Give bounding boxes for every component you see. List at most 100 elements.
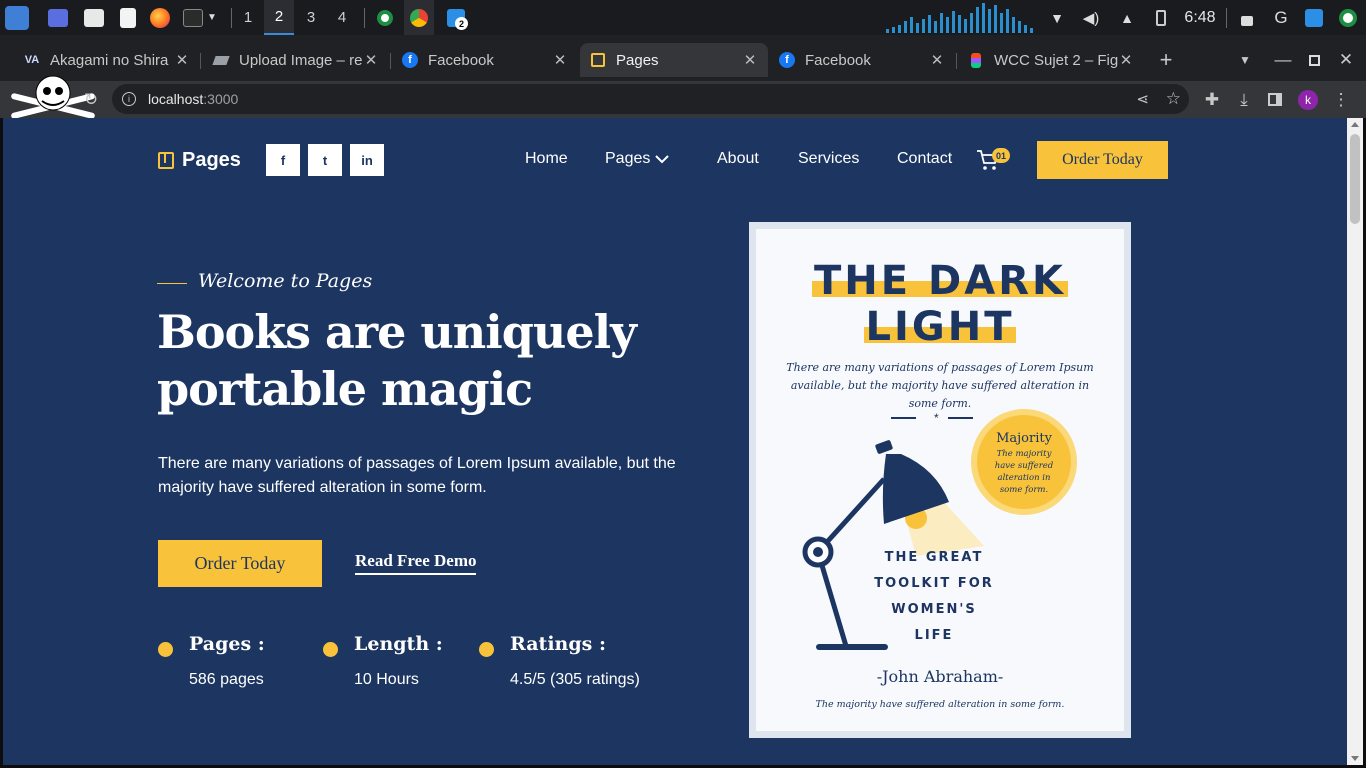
stat-bullet-icon bbox=[479, 642, 494, 657]
new-tab-plus-icon[interactable]: + bbox=[1151, 43, 1181, 77]
read-free-demo-link[interactable]: Read Free Demo bbox=[355, 551, 477, 575]
tab-facebook-2[interactable]: f Facebook ✕ bbox=[769, 43, 955, 77]
battery-icon[interactable] bbox=[1150, 0, 1172, 35]
tab-pages[interactable]: Pages ✕ bbox=[580, 43, 768, 77]
va-favicon-icon: VA bbox=[24, 54, 40, 66]
stat-value: 10 Hours bbox=[354, 671, 419, 688]
book-title-line1: THE DARK bbox=[812, 258, 1068, 304]
nav-pages[interactable]: Pages bbox=[605, 150, 650, 168]
stat-value: 4.5/5 (305 ratings) bbox=[510, 671, 640, 688]
order-today-header-button[interactable]: Order Today bbox=[1037, 141, 1168, 179]
download-icon[interactable]: ⤓ bbox=[1229, 81, 1259, 118]
scrollbar-thumb[interactable] bbox=[1350, 134, 1360, 224]
tab-facebook-1[interactable]: f Facebook ✕ bbox=[392, 43, 578, 77]
close-tab-icon[interactable]: ✕ bbox=[552, 51, 568, 69]
layers-icon bbox=[212, 52, 230, 68]
maximize-icon[interactable] bbox=[1299, 43, 1329, 77]
url-host: localhost bbox=[148, 91, 204, 107]
logo-text: Pages bbox=[182, 149, 241, 171]
book-blurb: There are many variations of passages of… bbox=[786, 361, 1094, 410]
site-info-icon[interactable]: i bbox=[122, 92, 136, 106]
profile-avatar[interactable]: k bbox=[1293, 81, 1323, 118]
kebab-menu-icon[interactable]: ⋮ bbox=[1326, 81, 1356, 118]
url-port: :3000 bbox=[203, 91, 239, 107]
close-tab-icon[interactable]: ✕ bbox=[742, 51, 758, 69]
tab-figma[interactable]: WCC Sujet 2 – Fig ✕ bbox=[958, 43, 1144, 77]
site-logo[interactable]: Pages bbox=[158, 149, 241, 172]
stat-bullet-icon bbox=[158, 642, 173, 657]
os-taskbar: ▼ 1 2 3 4 2 ▼ ◀) ▲ 6:48 G bbox=[0, 0, 1366, 35]
power-icon[interactable]: G bbox=[1270, 0, 1292, 35]
close-tab-icon[interactable]: ✕ bbox=[174, 51, 190, 69]
scroll-up-arrow-icon[interactable] bbox=[1351, 122, 1359, 127]
tray-app-icon[interactable] bbox=[1336, 0, 1360, 35]
order-today-button[interactable]: Order Today bbox=[158, 540, 322, 587]
file-manager-icon[interactable] bbox=[82, 0, 106, 35]
chevron-down-icon: ▼ bbox=[207, 12, 217, 23]
workspace-4[interactable]: 4 bbox=[327, 0, 357, 35]
nav-about[interactable]: About bbox=[717, 150, 759, 168]
figma-icon bbox=[968, 52, 984, 68]
welcome-text: Welcome to Pages bbox=[198, 270, 373, 292]
book-logo-icon bbox=[158, 152, 174, 169]
browser-toolbar: ↻ i localhost:3000 ⋖ ☆ ✚ ⤓ k ⋮ bbox=[0, 75, 1366, 119]
tab-akagami[interactable]: VA Akagami no Shira ✕ bbox=[14, 43, 200, 77]
text-editor-icon[interactable] bbox=[116, 0, 140, 35]
audio-visualizer bbox=[886, 3, 1033, 33]
book-divider: * bbox=[891, 411, 991, 425]
running-app-icon[interactable] bbox=[372, 0, 398, 35]
side-panel-icon[interactable] bbox=[1260, 81, 1290, 118]
tab-title: WCC Sujet 2 – Fig bbox=[994, 51, 1118, 69]
close-window-icon[interactable]: ✕ bbox=[1331, 43, 1361, 77]
address-bar[interactable]: i localhost:3000 ⋖ ☆ bbox=[112, 84, 1189, 114]
minimize-icon[interactable]: — bbox=[1268, 43, 1298, 77]
tab-search-chevron-icon[interactable]: ▼ bbox=[1230, 43, 1260, 77]
facebook-favicon-icon: f bbox=[779, 52, 795, 68]
desktop-icon[interactable] bbox=[46, 0, 70, 35]
close-tab-icon[interactable]: ✕ bbox=[929, 51, 945, 69]
terminal-icon[interactable]: ▼ bbox=[178, 0, 222, 35]
cart-count-badge: 01 bbox=[992, 148, 1010, 163]
tab-upload-image[interactable]: Upload Image – re ✕ bbox=[203, 43, 389, 77]
chevron-down-icon[interactable] bbox=[655, 155, 669, 164]
linkedin-social-button[interactable]: in bbox=[350, 144, 384, 176]
reload-icon[interactable]: ↻ bbox=[76, 81, 106, 118]
close-tab-icon[interactable]: ✕ bbox=[363, 51, 379, 69]
facebook-social-button[interactable]: f bbox=[266, 144, 300, 176]
firefox-icon[interactable] bbox=[148, 0, 172, 35]
vscode-window-count: 2 bbox=[455, 17, 468, 30]
page-scrollbar[interactable] bbox=[1347, 118, 1363, 765]
welcome-decor-line bbox=[157, 283, 187, 284]
book-author: -John Abraham- bbox=[876, 667, 1004, 686]
app-menu-icon[interactable] bbox=[4, 0, 30, 35]
workspace-2[interactable]: 2 bbox=[264, 0, 294, 35]
nav-services[interactable]: Services bbox=[798, 150, 859, 168]
bookmark-star-icon[interactable]: ☆ bbox=[1166, 89, 1181, 109]
chrome-task-icon[interactable] bbox=[404, 0, 434, 35]
scroll-down-arrow-icon[interactable] bbox=[1351, 756, 1359, 761]
lock-icon[interactable] bbox=[1236, 0, 1258, 35]
stat-bullet-icon bbox=[323, 642, 338, 657]
book-cover: THE DARK LIGHT There are many variations… bbox=[749, 222, 1131, 738]
wifi-icon[interactable]: ▼ bbox=[1046, 0, 1068, 35]
notification-bell-icon[interactable]: ▲ bbox=[1116, 0, 1138, 35]
nav-home[interactable]: Home bbox=[525, 150, 568, 168]
vscode-tray-icon[interactable] bbox=[1302, 0, 1326, 35]
book-icon bbox=[590, 52, 606, 68]
volume-icon[interactable]: ◀) bbox=[1080, 0, 1102, 35]
book-title-line2: LIGHT bbox=[863, 304, 1017, 350]
clock[interactable]: 6:48 bbox=[1180, 0, 1220, 35]
nav-contact[interactable]: Contact bbox=[897, 150, 952, 168]
twitter-social-button[interactable]: t bbox=[308, 144, 342, 176]
share-icon[interactable]: ⋖ bbox=[1136, 90, 1149, 108]
tab-title: Upload Image – re bbox=[239, 51, 363, 69]
workspace-3[interactable]: 3 bbox=[296, 0, 326, 35]
facebook-favicon-icon: f bbox=[402, 52, 418, 68]
close-tab-icon[interactable]: ✕ bbox=[1118, 51, 1134, 69]
vscode-task-icon[interactable]: 2 bbox=[442, 0, 470, 35]
extensions-puzzle-icon[interactable]: ✚ bbox=[1197, 81, 1227, 118]
workspace-1[interactable]: 1 bbox=[233, 0, 263, 35]
browser-tab-bar: VA Akagami no Shira ✕ Upload Image – re … bbox=[0, 35, 1366, 81]
hero-description: There are many variations of passages of… bbox=[158, 455, 676, 496]
book-footer-text: The majority have suffered alteration in… bbox=[815, 699, 1065, 710]
